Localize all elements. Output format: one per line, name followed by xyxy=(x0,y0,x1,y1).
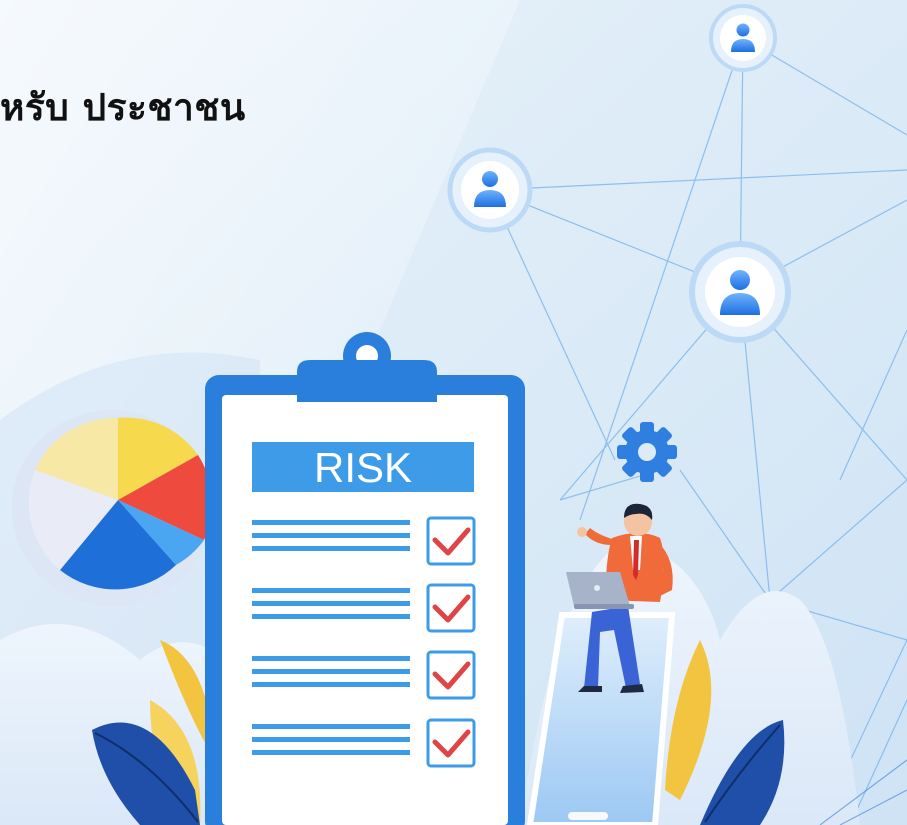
person-node-center xyxy=(689,241,791,343)
pie-chart-graphic xyxy=(12,410,213,606)
laptop-icon xyxy=(594,585,600,591)
risk-label: RISK xyxy=(314,444,412,491)
person-node-left xyxy=(447,147,533,233)
gear-icon xyxy=(617,422,677,482)
person-node-top xyxy=(709,4,777,72)
page-title: หรับ ประชาชน xyxy=(0,86,246,129)
